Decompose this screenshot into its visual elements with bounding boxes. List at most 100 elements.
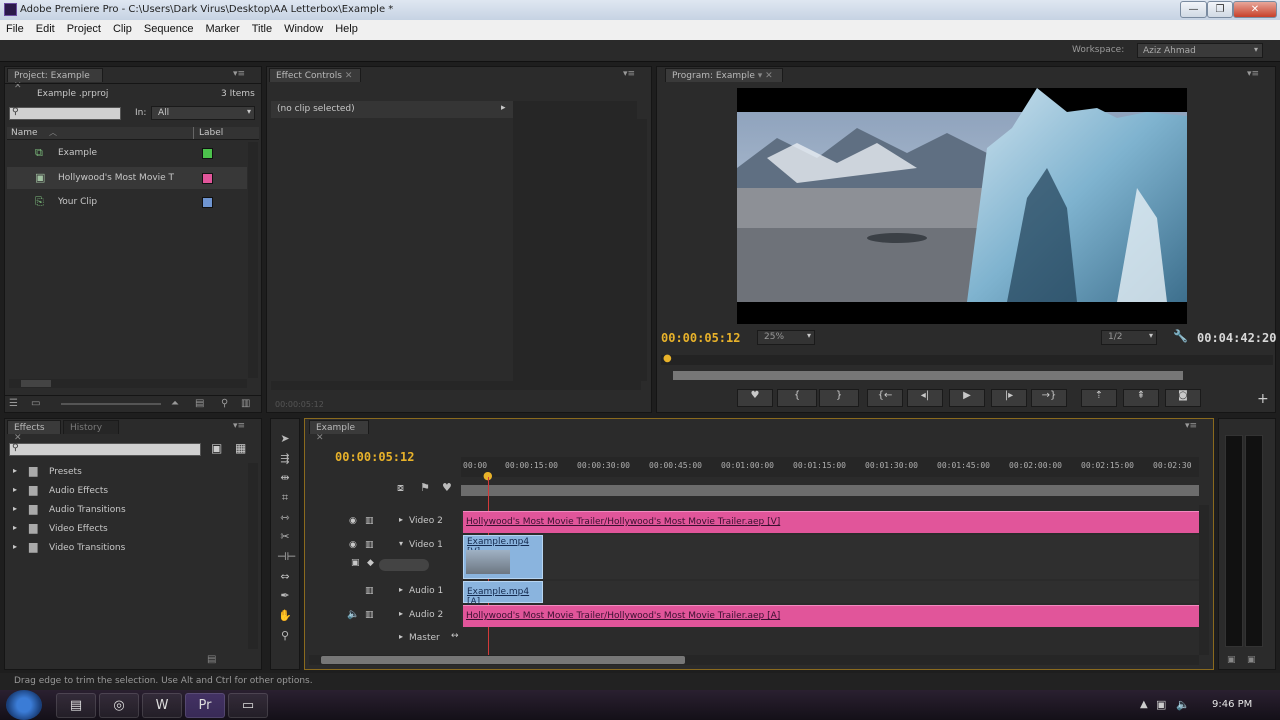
premiere-taskbar-icon[interactable]: Pr (185, 693, 225, 718)
effects-folder-video-transitions[interactable]: ▸ ▆ Video Transitions (9, 539, 245, 557)
expand-arrow-icon[interactable]: ▸ (399, 515, 403, 524)
network-icon[interactable]: ▣ (1156, 698, 1166, 711)
clip-audio2[interactable]: Hollywood's Most Movie Trailer/Hollywood… (463, 605, 1199, 627)
menu-sequence[interactable]: Sequence (138, 20, 200, 38)
project-search-input[interactable]: ⚲ (9, 107, 121, 120)
yuv-effects-icon[interactable]: ▦ (235, 441, 246, 455)
eye-icon[interactable]: ◉ (349, 540, 357, 550)
panel-menu-icon[interactable]: ▾≡ (233, 69, 245, 79)
mark-out-button[interactable]: } (819, 389, 859, 407)
snap-icon[interactable]: ⧇ (397, 481, 404, 495)
maximize-button[interactable]: ❐ (1207, 1, 1233, 18)
effects-folder-audio-transitions[interactable]: ▸ ▆ Audio Transitions (9, 501, 245, 519)
mark-in-button[interactable]: { (777, 389, 817, 407)
playhead-icon[interactable]: ● (663, 353, 672, 364)
lock-icon[interactable]: ▥ (365, 540, 374, 550)
panel-menu-icon[interactable]: ▾≡ (623, 69, 635, 79)
pen-tool-icon[interactable]: ✒ (277, 588, 293, 604)
work-area-bar[interactable] (461, 485, 1199, 496)
find-icon[interactable]: ⚲ (221, 398, 228, 409)
panel-menu-icon[interactable]: ▾≡ (1247, 69, 1259, 79)
play-arrow-icon[interactable]: ▸ (501, 103, 506, 113)
lock-icon[interactable]: ▥ (365, 516, 374, 526)
expand-arrow-icon[interactable]: ▸ (399, 609, 403, 618)
menu-project[interactable]: Project (61, 20, 107, 38)
effect-vertical-scrollbar[interactable] (637, 119, 647, 381)
collapse-arrow-icon[interactable]: ▾ (399, 539, 403, 548)
lock-icon[interactable]: ▥ (365, 586, 374, 596)
add-marker-icon[interactable]: ⚑ (420, 481, 430, 494)
effect-horizontal-scrollbar[interactable] (271, 381, 641, 390)
timeline-ruler[interactable]: 00:00 00:00:15:00 00:00:30:00 00:00:45:0… (461, 457, 1199, 477)
close-window-button[interactable]: ✕ (1233, 1, 1277, 18)
list-item[interactable]: ⎘ Your Clip (7, 191, 247, 213)
list-item[interactable]: ▣ Hollywood's Most Movie T (7, 167, 247, 189)
zoom-slider[interactable] (61, 403, 161, 405)
clip-video2[interactable]: Hollywood's Most Movie Trailer/Hollywood… (463, 511, 1199, 533)
zoom-tool-icon[interactable]: ⚲ (277, 628, 293, 644)
clip-video1[interactable]: Example.mp4 [V] (463, 535, 543, 579)
zoom-dropdown[interactable]: 25% ▾ (757, 330, 815, 345)
speaker-icon[interactable]: 🔈 (347, 609, 359, 620)
razor-tool-icon[interactable]: ✂ (277, 529, 293, 545)
new-bin-icon[interactable]: ▤ (195, 398, 204, 409)
add-button-icon[interactable]: + (1257, 391, 1269, 407)
menu-marker[interactable]: Marker (199, 20, 245, 38)
tray-arrow-icon[interactable]: ▲ (1140, 699, 1148, 710)
export-frame-button[interactable]: ◙ (1165, 389, 1201, 407)
tab-effects[interactable]: Effects ✕ (7, 420, 61, 443)
lock-icon[interactable]: ▥ (365, 610, 374, 620)
automate-icon[interactable]: ⏶ (171, 398, 179, 409)
rate-stretch-tool-icon[interactable]: ⇿ (277, 510, 293, 526)
solo-icon[interactable]: ▣ (1227, 655, 1236, 665)
wrench-icon[interactable]: 🔧 (1173, 329, 1188, 343)
accelerated-effects-icon[interactable]: ▣ (211, 441, 222, 455)
menu-window[interactable]: Window (278, 20, 329, 38)
step-back-button[interactable]: ◂| (907, 389, 943, 407)
slide-tool-icon[interactable]: ⇔ (277, 569, 293, 585)
zoom-scrollbar[interactable] (673, 371, 1183, 380)
word-taskbar-icon[interactable]: W (142, 693, 182, 718)
keyframe-nav[interactable] (379, 559, 429, 571)
tab-project[interactable]: Project: Example ✕ (7, 68, 103, 91)
menu-title[interactable]: Title (246, 20, 278, 38)
selection-tool-icon[interactable]: ➤ (277, 431, 293, 447)
expand-arrow-icon[interactable]: ▸ (399, 585, 403, 594)
clip-audio1[interactable]: Example.mp4 [A] (463, 581, 543, 607)
solo-icon[interactable]: ▣ (1247, 655, 1256, 665)
step-forward-button[interactable]: |▸ (991, 389, 1027, 407)
keyframe-icon[interactable]: ◆ (367, 558, 374, 568)
lift-button[interactable]: ⇡ (1081, 389, 1117, 407)
marker-icon[interactable]: ♥ (442, 481, 452, 494)
menu-help[interactable]: Help (329, 20, 364, 38)
project-vertical-scrollbar[interactable] (248, 142, 258, 378)
column-label[interactable]: Label (199, 128, 223, 138)
ripple-edit-tool-icon[interactable]: ⇹ (277, 470, 293, 486)
new-bin-icon[interactable]: ▤ (207, 654, 216, 665)
program-time-ruler[interactable]: ● (661, 353, 1273, 365)
track-select-tool-icon[interactable]: ⇶ (277, 451, 293, 467)
in-filter-dropdown[interactable]: All ▾ (151, 106, 255, 120)
delete-icon[interactable]: ▥ (241, 398, 250, 409)
effects-search-input[interactable]: ⚲ (9, 443, 201, 456)
timeline-vertical-scrollbar[interactable] (1199, 505, 1209, 655)
volume-icon[interactable]: 🔈 (1176, 698, 1190, 711)
explorer-taskbar-icon[interactable]: ▤ (56, 693, 96, 718)
hand-tool-icon[interactable]: ✋ (277, 608, 293, 624)
tab-timeline-example[interactable]: Example ✕ (309, 420, 369, 443)
window-taskbar-icon[interactable]: ▭ (228, 693, 268, 718)
tab-effect-controls[interactable]: Effect Controls ✕ (269, 68, 361, 82)
go-to-out-button[interactable]: →} (1031, 389, 1067, 407)
tab-program-monitor[interactable]: Program: Example ▾ ✕ (665, 68, 783, 82)
column-name[interactable]: Name (11, 128, 38, 138)
menu-clip[interactable]: Clip (107, 20, 138, 38)
extract-button[interactable]: ⇞ (1123, 389, 1159, 407)
expand-arrow-icon[interactable]: ▸ (399, 632, 403, 641)
program-timecode[interactable]: 00:00:05:12 (661, 331, 740, 345)
chrome-taskbar-icon[interactable]: ◎ (99, 693, 139, 718)
menu-file[interactable]: File (0, 20, 30, 38)
timeline-timecode[interactable]: 00:00:05:12 (335, 450, 414, 464)
effects-folder-video-effects[interactable]: ▸ ▆ Video Effects (9, 520, 245, 538)
rolling-edit-tool-icon[interactable]: ⌗ (277, 490, 293, 506)
start-button[interactable] (6, 690, 42, 720)
